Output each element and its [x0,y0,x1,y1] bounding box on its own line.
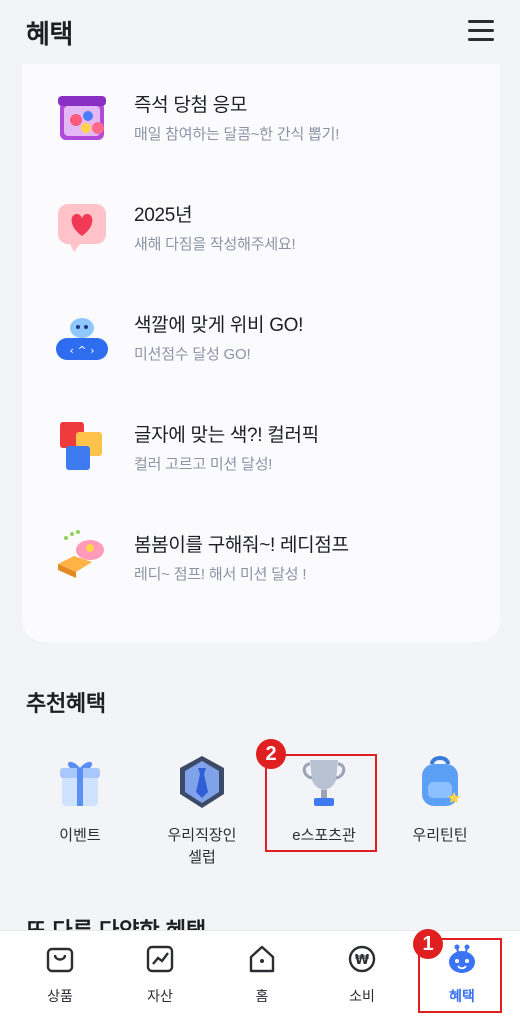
event-subtitle: 새해 다짐을 작성해주세요! [134,236,296,253]
tab-label: 상품 [47,988,73,1004]
event-item-color-pick[interactable]: 글자에 맞는 색?! 컬러픽 컬러 고르고 미션 달성! [22,396,500,496]
rec-item-label: 이벤트 [59,827,101,844]
jump-platform-icon [58,530,104,578]
tab-products[interactable]: 상품 [20,943,100,1006]
svg-text:‹ ^ ›: ‹ ^ › [69,344,94,357]
event-item-ready-jump[interactable]: 봄봄이를 구해줘~! 레디점프 레디~ 점프! 해서 미션 달성 ! [22,506,500,606]
rec-item-event[interactable]: 이벤트 [20,752,140,847]
event-item-wibee-go[interactable]: ‹ ^ › 색깔에 맞게 위비 GO! 미션점수 달성 GO! [22,286,500,386]
hamburger-menu-icon[interactable] [468,20,494,44]
rec-label-line1: 우리직장인 [167,827,237,844]
chart-icon [146,945,174,973]
event-list-card: 즉석 당첨 응모 매일 참여하는 달콤~한 간식 뽑기! 2025년 새해 다짐… [22,64,500,642]
rec-label-line2: 셀럽 [188,849,216,866]
heart-speech-icon [58,204,106,252]
svg-text:₩: ₩ [355,953,370,968]
tab-label: 소비 [349,988,375,1004]
rec-item-label: 우리틴틴 [412,827,468,844]
tab-home[interactable]: 홈 [222,943,302,1006]
event-title: 색깔에 맞게 위비 GO! [134,315,304,336]
annotation-badge-2: 2 [256,739,286,769]
event-title: 봄봄이를 구해줘~! 레디점프 [134,535,349,556]
top-header: 혜택 [0,0,520,64]
won-icon: ₩ [348,945,376,973]
event-title: 글자에 맞는 색?! 컬러픽 [134,425,319,446]
rec-item-worker-celeb[interactable]: 우리직장인셀럽 [142,752,262,869]
rec-item-label: 우리직장인셀럽 [142,825,262,869]
event-item-2025[interactable]: 2025년 새해 다짐을 작성해주세요! [22,176,500,276]
annotation-badge-1: 1 [413,929,443,959]
home-icon [249,945,275,973]
event-title: 2025년 [134,205,193,226]
event-title: 즉석 당첨 응모 [134,95,248,116]
event-subtitle: 레디~ 점프! 해서 미션 달성 ! [134,566,307,583]
highlight-box-esports [265,754,377,852]
page-title: 혜택 [26,19,73,49]
event-subtitle: 컬러 고르고 미션 달성! [134,456,273,473]
color-blocks-icon [60,422,102,470]
event-subtitle: 미션점수 달성 GO! [134,346,251,363]
wibee-game-icon: ‹ ^ › [56,318,108,360]
recommended-section-title: 추천혜택 [26,691,106,716]
backpack-icon [422,756,460,806]
event-subtitle: 매일 참여하는 달콤~한 간식 뽑기! [134,126,340,143]
gift-box-icon [58,96,106,140]
rec-item-teen[interactable]: 우리틴틴 [380,752,500,847]
tab-assets[interactable]: 자산 [120,943,200,1006]
event-item-instant-draw[interactable]: 즉석 당첨 응모 매일 참여하는 달콤~한 간식 뽑기! [22,66,500,166]
tab-spending[interactable]: ₩ 소비 [322,943,402,1006]
bag-icon [46,947,74,973]
tab-label: 자산 [147,988,173,1004]
gift-icon [60,761,100,806]
tab-label: 홈 [255,988,269,1004]
tie-badge-icon [180,756,224,808]
